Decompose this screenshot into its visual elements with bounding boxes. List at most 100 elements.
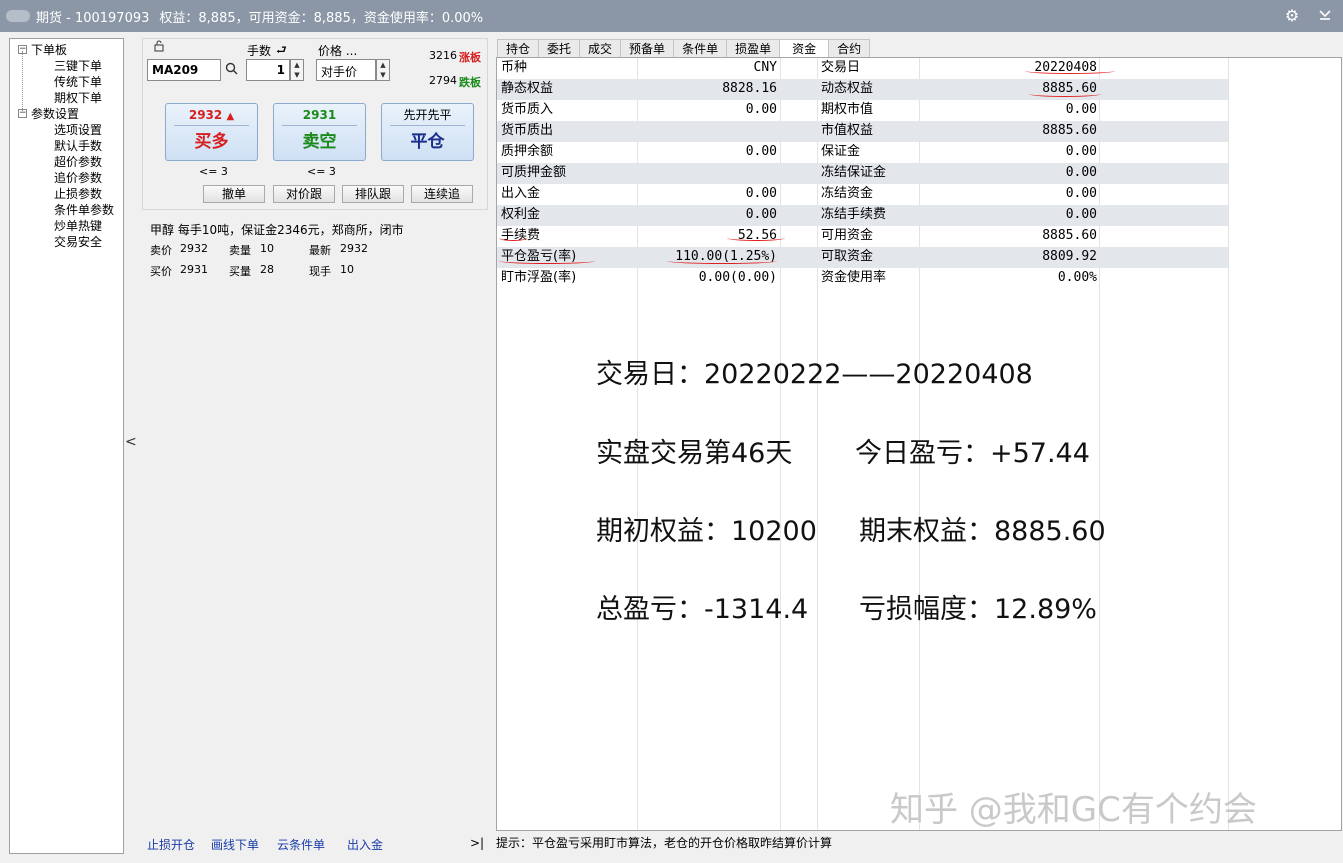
tree-item[interactable]: 超价参数 — [10, 153, 123, 169]
field-value: 8885.60 — [1042, 123, 1097, 138]
annotation-underline — [727, 235, 785, 241]
tab-trades[interactable]: 成交 — [579, 39, 622, 58]
field-value: 0.00 — [745, 144, 777, 159]
sell-short-label: 卖空 — [302, 132, 337, 152]
field-value: 0.00 — [1065, 144, 1097, 159]
watermark: 知乎 @我和GC有个约会 — [890, 790, 1257, 830]
field-value: 8828.16 — [722, 81, 777, 96]
annotation-underline — [1029, 91, 1101, 97]
contract-info: 甲醇 每手10吨，保证金2346元，郑商所，闭市 — [150, 223, 404, 237]
ask-price: 2932 — [180, 242, 208, 255]
tab-condition-orders[interactable]: 条件单 — [673, 39, 728, 58]
field-name: 可用资金 — [821, 228, 874, 243]
table-row: 出入金 0.00 冻结资金 0.00 — [497, 184, 1228, 205]
expand-right-icon[interactable]: >| — [470, 836, 484, 850]
close-position-label: 平仓 — [410, 132, 445, 152]
overlay-trading-day-count: 实盘交易第46天 — [596, 438, 793, 469]
tab-contracts[interactable]: 合约 — [828, 39, 871, 58]
annotation-underline — [499, 235, 527, 241]
table-row: 货币质入 0.00 期权市值 0.00 — [497, 100, 1228, 121]
stop-loss-open-link[interactable]: 止损开仓 — [147, 836, 195, 853]
continuous-chase-button[interactable]: 连续追 — [411, 185, 473, 203]
bid-price-label: 买价 — [150, 265, 172, 278]
annotation-underline — [1025, 68, 1115, 74]
table-row: 货币质出 市值权益 8885.60 — [497, 121, 1228, 142]
limit-up-price: 3216 — [429, 49, 457, 62]
close-position-button[interactable]: 先开先平 平仓 — [381, 103, 474, 161]
tree-item[interactable]: 选项设置 — [10, 121, 123, 137]
annotation-underline — [499, 258, 595, 264]
price-label[interactable]: 价格 ... — [318, 42, 357, 59]
ask-price-label: 卖价 — [150, 244, 172, 257]
field-name: 盯市浮盈(率) — [501, 270, 577, 285]
field-name: 出入金 — [501, 186, 541, 201]
tab-stop-orders[interactable]: 损盈单 — [726, 39, 781, 58]
cancel-order-button[interactable]: 撤单 — [203, 185, 265, 203]
tree-item[interactable]: 交易安全 — [10, 233, 123, 249]
qty-stepper[interactable]: ▲ ▼ — [290, 59, 304, 81]
tab-orders[interactable]: 委托 — [538, 39, 581, 58]
tree-group-parameters[interactable]: − 参数设置 — [10, 105, 123, 121]
account-summary: 权益：8,885，可用资金：8,885，资金使用率：0.00% — [159, 10, 484, 26]
field-name: 可取资金 — [821, 249, 874, 264]
table-row: 平仓盈亏(率) 110.00(1.25%) 可取资金 8809.92 — [497, 247, 1228, 268]
tree-group-order-board[interactable]: − 下单板 — [10, 41, 123, 57]
last-price-label: 最新 — [309, 244, 331, 257]
field-value: 0.00 — [745, 102, 777, 117]
buy-long-button[interactable]: 2932 ▲ 买多 — [165, 103, 258, 161]
follow-opposite-button[interactable]: 对价跟 — [273, 185, 335, 203]
field-name: 保证金 — [821, 144, 861, 159]
field-name: 可质押金额 — [501, 165, 567, 180]
tree-item[interactable]: 追价参数 — [10, 169, 123, 185]
table-row: 币种 CNY 交易日 20220408 — [497, 58, 1228, 79]
last-price: 2932 — [340, 242, 368, 255]
tab-preset-orders[interactable]: 预备单 — [620, 39, 675, 58]
sell-short-button[interactable]: 2931 卖空 — [273, 103, 366, 161]
up-triangle-icon: ▲ — [226, 111, 235, 122]
tree-item[interactable]: 止损参数 — [10, 185, 123, 201]
qty-input[interactable]: 1 — [246, 59, 290, 81]
lock-icon[interactable] — [153, 40, 165, 55]
search-icon[interactable] — [225, 62, 238, 78]
annotation-underline — [667, 258, 777, 264]
field-name: 交易日 — [821, 60, 861, 75]
table-row: 静态权益 8828.16 动态权益 8885.60 — [497, 79, 1228, 100]
table-row: 质押余额 0.00 保证金 0.00 — [497, 142, 1228, 163]
overlay-total-pnl: 总盈亏：-1314.4 — [596, 594, 809, 625]
deposit-withdraw-link[interactable]: 出入金 — [347, 836, 383, 853]
bid-volume: 28 — [260, 263, 274, 276]
contract-input[interactable]: MA209 — [147, 59, 221, 81]
current-volume: 10 — [340, 263, 354, 276]
bid-price: 2931 — [180, 263, 208, 276]
price-stepper[interactable]: ▲ ▼ — [376, 59, 390, 81]
tab-positions[interactable]: 持仓 — [497, 39, 540, 58]
field-name: 冻结资金 — [821, 186, 874, 201]
overlay-today-pnl: 今日盈亏：+57.44 — [855, 438, 1090, 469]
field-value: 0.00 — [745, 186, 777, 201]
tree-item[interactable]: 三键下单 — [10, 57, 123, 73]
draw-line-order-link[interactable]: 画线下单 — [211, 836, 259, 853]
follow-queue-button[interactable]: 排队跟 — [342, 185, 404, 203]
field-value: 0.00(0.00) — [698, 270, 777, 285]
field-name: 币种 — [501, 60, 528, 75]
collapse-panel-arrow-icon[interactable]: < — [125, 434, 137, 450]
buy-price: 2932 — [188, 108, 223, 122]
table-row: 盯市浮盈(率) 0.00(0.00) 资金使用率 0.00% — [497, 268, 1228, 289]
tree-item[interactable]: 默认手数 — [10, 137, 123, 153]
cloud-condition-order-link[interactable]: 云条件单 — [277, 836, 325, 853]
table-row: 权利金 0.00 冻结手续费 0.00 — [497, 205, 1228, 226]
ask-volume: 10 — [260, 242, 274, 255]
minimize-chevron-icon[interactable] — [1315, 6, 1335, 26]
qty-label: 手数 — [247, 44, 272, 58]
limit-down-label: 跌板 — [459, 76, 481, 89]
tree-item[interactable]: 传统下单 — [10, 73, 123, 89]
tab-funds[interactable]: 资金 — [779, 39, 830, 58]
price-mode-select[interactable]: 对手价 — [316, 59, 376, 81]
sell-price: 2931 — [282, 104, 357, 126]
field-name: 冻结保证金 — [821, 165, 887, 180]
tree-item[interactable]: 条件单参数 — [10, 201, 123, 217]
gear-icon[interactable]: ⚙ — [1282, 6, 1302, 26]
tree-item[interactable]: 炒单热键 — [10, 217, 123, 233]
tree-item[interactable]: 期权下单 — [10, 89, 123, 105]
account-prefix-blur — [6, 10, 30, 22]
